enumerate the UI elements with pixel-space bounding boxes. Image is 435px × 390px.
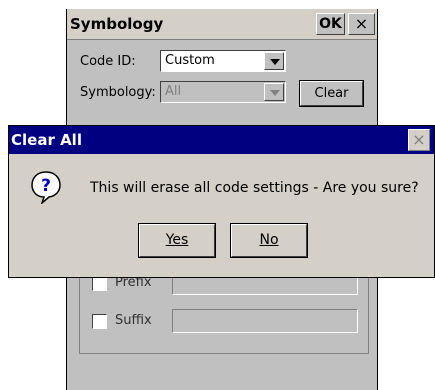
chevron-down-icon[interactable] bbox=[264, 52, 284, 70]
symbology-dropdown[interactable]: All bbox=[160, 81, 286, 103]
chevron-down-icon bbox=[264, 83, 284, 101]
prefix-checkbox[interactable] bbox=[92, 276, 107, 291]
suffix-checkbox[interactable] bbox=[92, 314, 107, 329]
clear-button[interactable]: Clear bbox=[299, 80, 364, 107]
dialog-title: Clear All bbox=[11, 131, 82, 149]
suffix-field[interactable] bbox=[172, 309, 358, 333]
symbology-label: Symbology: bbox=[80, 85, 156, 100]
yes-label: Yes bbox=[165, 232, 189, 248]
code-id-label: Code ID: bbox=[80, 54, 136, 69]
dialog-message: This will erase all code settings - Are … bbox=[90, 180, 419, 196]
no-button[interactable]: No bbox=[230, 223, 308, 258]
window-titlebar: Symbology OK × bbox=[67, 9, 377, 40]
code-id-value: Custom bbox=[165, 53, 215, 68]
dialog-close-button[interactable]: × bbox=[408, 129, 430, 151]
close-button[interactable]: × bbox=[348, 13, 375, 35]
suffix-label: Suffix bbox=[115, 313, 152, 328]
dialog-titlebar: Clear All × bbox=[9, 126, 434, 154]
svg-text:?: ? bbox=[41, 176, 51, 196]
code-id-dropdown[interactable]: Custom bbox=[160, 50, 286, 72]
ok-button[interactable]: OK bbox=[316, 13, 345, 35]
clear-all-dialog: Clear All × ? This will erase all code s… bbox=[8, 125, 435, 278]
window-title: Symbology bbox=[70, 15, 164, 33]
no-label: No bbox=[259, 232, 279, 248]
question-icon: ? bbox=[31, 171, 61, 204]
yes-button[interactable]: Yes bbox=[138, 223, 216, 258]
symbology-value: All bbox=[165, 84, 182, 99]
